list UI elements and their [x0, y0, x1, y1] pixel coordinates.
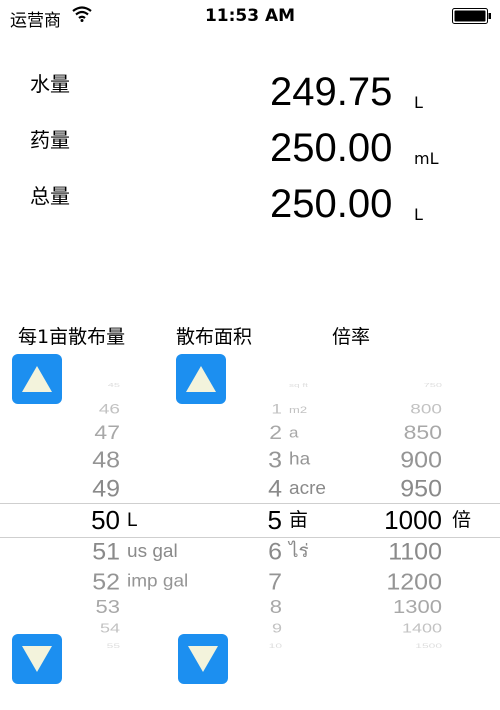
area-value: 8	[269, 595, 282, 618]
amount-value: 55	[106, 642, 120, 650]
ratio-value: 850	[403, 421, 442, 444]
picker-wheel[interactable]: 45 46 47 48 49 50 51 52 53 54 55 Lus gal imp gal 1 2 3 4…	[0, 0, 500, 710]
ratio-value: 1300	[393, 595, 442, 618]
ratio-value: 950	[400, 475, 442, 503]
ratio-value: 1500	[415, 642, 442, 650]
area-value: 7	[268, 569, 282, 595]
area-value-selected: 5	[267, 505, 282, 536]
amount-unit-selected: L	[127, 509, 138, 531]
area-value: 6	[268, 538, 282, 566]
area-unit: ไร่	[289, 541, 309, 562]
ratio-value: 1400	[401, 621, 442, 636]
amount-value: 51	[92, 538, 120, 566]
ratio-value: 1100	[388, 538, 442, 566]
amount-value: 45	[107, 382, 120, 389]
ratio-value-selected: 1000	[384, 505, 442, 536]
amount-value-selected: 50	[91, 505, 120, 536]
amount-unit: imp gal	[127, 571, 189, 591]
amount-value: 48	[92, 447, 120, 473]
area-unit: m2	[289, 404, 308, 416]
amount-value: 47	[94, 421, 120, 444]
area-unit: ha	[289, 449, 311, 469]
amount-unit: us gal	[127, 541, 178, 562]
area-value: 9	[271, 621, 282, 636]
amount-value: 54	[99, 621, 120, 636]
area-unit: acre	[289, 478, 326, 499]
ratio-value: 900	[400, 447, 442, 473]
amount-value: 53	[95, 595, 120, 618]
ratio-unit-selected: 倍	[452, 509, 472, 531]
ratio-value: 750	[423, 382, 442, 389]
area-unit: a	[289, 424, 299, 441]
area-value: 10	[268, 642, 282, 650]
area-value: 1	[271, 401, 282, 417]
area-unit: sq ft	[289, 383, 308, 389]
area-value: 3	[268, 447, 282, 473]
area-value: 4	[268, 475, 282, 503]
ratio-value: 1200	[386, 569, 442, 595]
amount-value: 49	[92, 475, 120, 503]
area-unit-selected: 亩	[289, 509, 309, 531]
area-value: 2	[269, 421, 282, 444]
amount-value: 52	[92, 569, 120, 595]
ratio-value: 800	[410, 401, 442, 417]
amount-value: 46	[98, 401, 120, 417]
